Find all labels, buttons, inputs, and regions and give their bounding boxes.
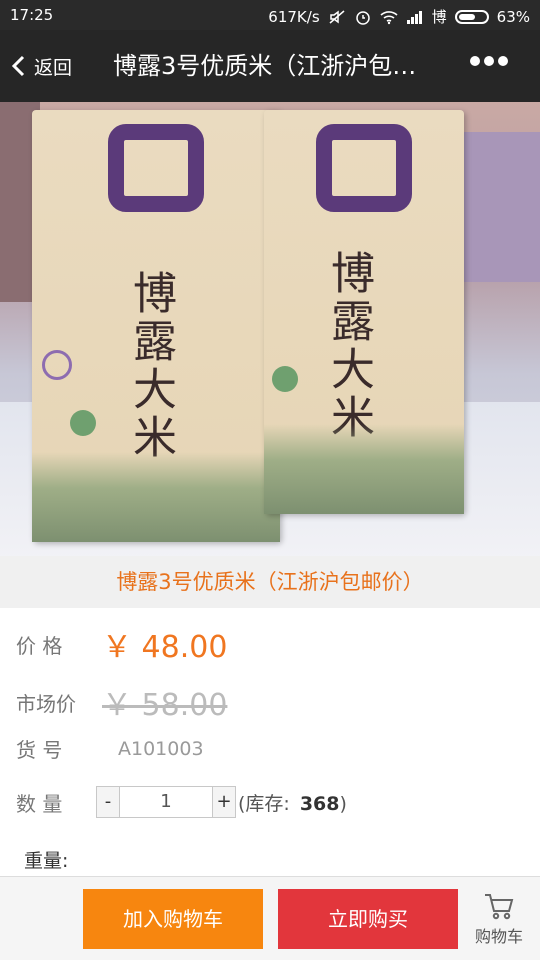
stock-info: (库存: 368) [238, 789, 347, 816]
bag-brand-text: 博露大米 [125, 270, 176, 462]
battery-icon [454, 9, 489, 24]
sku-row: 货 号 A101003 [16, 734, 204, 763]
quantity-minus-button[interactable]: - [96, 786, 120, 818]
navigation-bar: 返回 博露3号优质米（江浙沪包邮价） [0, 30, 540, 102]
more-dots-icon[interactable] [470, 56, 508, 66]
product-photo-bag-left: 博露大米 [32, 110, 280, 542]
back-button[interactable]: 返回 [10, 50, 72, 82]
stock-suffix: ) [339, 792, 347, 815]
add-to-cart-button[interactable]: 加入购物车 [83, 889, 263, 949]
network-speed: 617K/s [268, 7, 320, 26]
sku-value: A101003 [118, 737, 204, 760]
price-value: ￥ 48.00 [102, 630, 228, 665]
quantity-input[interactable]: 1 [120, 786, 212, 818]
battery-percent: 63% [496, 7, 530, 26]
battery-fill [458, 13, 475, 20]
market-price-value: ￥ 58.00 [102, 688, 228, 723]
cart-label: 购物车 [474, 927, 523, 946]
quantity-plus-button[interactable]: + [212, 786, 236, 818]
carrier-label: 博 [431, 8, 447, 26]
status-bar: 17:25 617K/s 博 63% [0, 0, 540, 30]
price-row: 价 格 ￥ 48.00 [16, 622, 227, 666]
signal-icon [406, 9, 424, 25]
market-price-label: 市场价 [16, 691, 76, 716]
chevron-left-icon [11, 55, 25, 77]
alarm-icon [354, 9, 372, 25]
sku-label: 货 号 [16, 738, 63, 762]
quantity-stepper: - 1 + [96, 786, 236, 818]
quantity-label: 数 量 [16, 791, 63, 816]
mute-icon [328, 9, 346, 25]
status-time: 17:25 [10, 6, 54, 24]
product-photo-bag-right: 博露大米 [264, 110, 464, 514]
quantity-row: 数 量 - 1 + (库存: 368) [16, 786, 347, 818]
buy-now-button[interactable]: 立即购买 [278, 889, 458, 949]
status-icons: 617K/s 博 63% [268, 6, 530, 27]
back-label: 返回 [34, 56, 73, 79]
wifi-icon [380, 9, 398, 25]
weight-label: 重量: [24, 850, 69, 872]
page-title: 博露3号优质米（江浙沪包邮价） [113, 52, 431, 80]
price-label: 价 格 [16, 633, 63, 658]
stock-prefix: (库存: [238, 792, 290, 815]
market-price-row: 市场价 ￥ 58.00 [16, 680, 227, 724]
product-name: 博露3号优质米（江浙沪包邮价） [0, 556, 540, 608]
product-image-carousel[interactable]: 博露大米 博露大米 [0, 102, 540, 556]
bottom-action-bar: 加入购物车 立即购买 购物车 [0, 876, 540, 960]
shopping-cart-icon [485, 894, 514, 920]
stock-count: 368 [299, 792, 340, 815]
cart-button[interactable]: 购物车 [466, 891, 532, 951]
